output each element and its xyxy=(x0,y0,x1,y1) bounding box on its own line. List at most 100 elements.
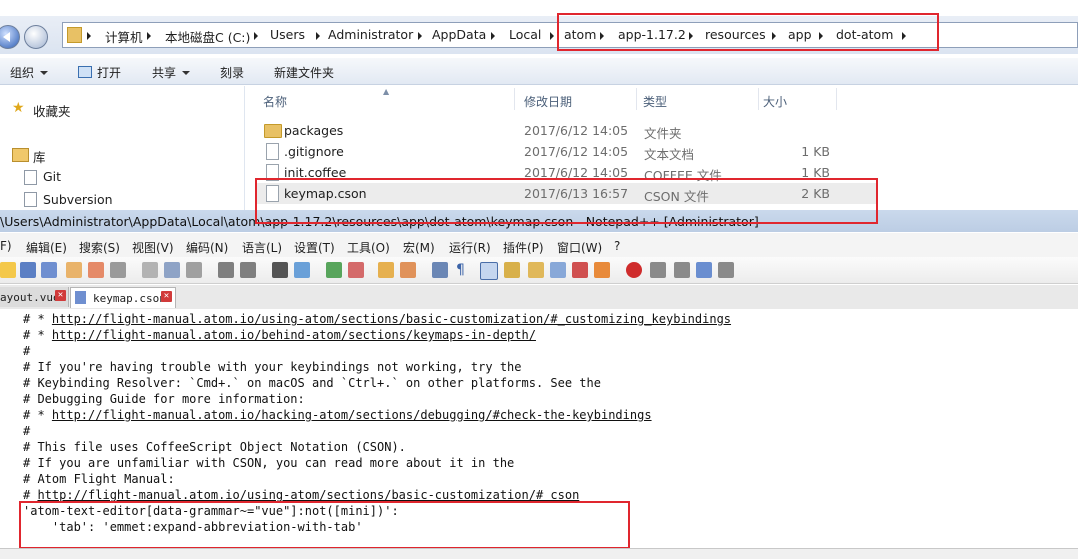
redo-icon[interactable] xyxy=(240,262,256,278)
new-file-icon[interactable] xyxy=(0,262,16,278)
file-date: 2017/6/12 14:05 xyxy=(524,144,629,159)
indent-guide-icon[interactable] xyxy=(480,262,498,280)
code-line[interactable]: # http://flight-manual.atom.io/using-ato… xyxy=(23,488,579,502)
new-folder-button[interactable]: 新建文件夹 xyxy=(274,64,334,81)
show-all-chars-icon[interactable]: ¶ xyxy=(456,262,472,278)
nav-library[interactable]: 库 xyxy=(33,147,46,166)
paste-icon[interactable] xyxy=(186,262,202,278)
column-size[interactable]: 大小 xyxy=(763,93,787,110)
breadcrumb-item[interactable]: 本地磁盘C (C:) xyxy=(165,27,250,46)
replace-icon[interactable] xyxy=(294,262,310,278)
monitor-icon[interactable] xyxy=(594,262,610,278)
breadcrumb-item[interactable]: 计算机 xyxy=(105,27,143,46)
open-button[interactable]: 打开 xyxy=(78,64,121,81)
file-row-gitignore[interactable]: .gitignore 2017/6/12 14:05 文本文档 1 KB xyxy=(256,141,876,162)
code-link[interactable]: http://flight-manual.atom.io/using-atom/… xyxy=(52,312,731,326)
close-icon[interactable]: ✕ xyxy=(55,290,66,301)
menu-language[interactable]: 语言(L) xyxy=(242,239,282,256)
folder-as-workspace-icon[interactable] xyxy=(572,262,588,278)
text-file-icon xyxy=(266,143,279,160)
code-link[interactable]: http://flight-manual.atom.io/behind-atom… xyxy=(52,328,536,342)
column-divider[interactable] xyxy=(758,88,759,110)
menu-tools[interactable]: 工具(O) xyxy=(347,239,390,256)
menu-settings[interactable]: 设置(T) xyxy=(294,239,335,256)
column-date[interactable]: 修改日期 xyxy=(524,93,572,110)
user-lang-icon[interactable] xyxy=(504,262,520,278)
code-line[interactable]: # xyxy=(23,424,30,438)
nav-subversion[interactable]: Subversion xyxy=(43,192,113,207)
menu-macro[interactable]: 宏(M) xyxy=(403,239,435,256)
code-link[interactable]: http://flight-manual.atom.io/hacking-ato… xyxy=(52,408,652,422)
column-name[interactable]: 名称 xyxy=(263,93,287,110)
save-icon[interactable] xyxy=(41,262,57,278)
code-line[interactable]: # * http://flight-manual.atom.io/behind-… xyxy=(23,328,536,342)
file-row-packages[interactable]: packages 2017/6/12 14:05 文件夹 xyxy=(256,120,876,141)
code-line[interactable]: # Atom Flight Manual: xyxy=(23,472,175,486)
zoom-in-icon[interactable] xyxy=(326,262,342,278)
save-macro-icon[interactable] xyxy=(718,262,734,278)
undo-icon[interactable] xyxy=(218,262,234,278)
code-line[interactable]: # Keybinding Resolver: `Cmd+.` on macOS … xyxy=(23,376,601,390)
print-icon[interactable] xyxy=(110,262,126,278)
breadcrumb-item[interactable]: Local xyxy=(509,27,541,42)
menu-view[interactable]: 视图(V) xyxy=(132,239,174,256)
nav-git[interactable]: Git xyxy=(43,169,61,184)
chevron-right-icon[interactable] xyxy=(418,32,422,40)
open-file-icon[interactable] xyxy=(20,262,36,278)
chevron-right-icon[interactable] xyxy=(491,32,495,40)
organize-menu[interactable]: 组织 xyxy=(10,64,49,81)
find-icon[interactable] xyxy=(272,262,288,278)
column-type[interactable]: 类型 xyxy=(643,93,667,110)
tab-layout-vue[interactable]: ayout.vue ✕ xyxy=(0,287,69,307)
stop-macro-icon[interactable] xyxy=(650,262,666,278)
menu-help[interactable]: ? xyxy=(614,239,620,253)
code-link[interactable]: http://flight-manual.atom.io/using-atom/… xyxy=(37,488,579,502)
code-line[interactable]: # xyxy=(23,344,30,358)
column-divider[interactable] xyxy=(836,88,837,110)
chevron-right-icon[interactable] xyxy=(254,32,258,40)
column-divider[interactable] xyxy=(636,88,637,110)
breadcrumb-item[interactable]: AppData xyxy=(432,27,486,42)
menu-window[interactable]: 窗口(W) xyxy=(557,239,602,256)
save-all-icon[interactable] xyxy=(66,262,82,278)
copy-icon[interactable] xyxy=(164,262,180,278)
close-icon[interactable]: ✕ xyxy=(161,291,172,302)
run-macro-multiple-icon[interactable] xyxy=(696,262,712,278)
code-line[interactable]: # This file uses CoffeeScript Object Not… xyxy=(23,440,406,454)
code-line[interactable]: # * http://flight-manual.atom.io/using-a… xyxy=(23,312,731,326)
breadcrumb-item[interactable]: Users xyxy=(270,27,305,42)
menu-plugins[interactable]: 插件(P) xyxy=(503,239,544,256)
code-line[interactable]: # Debugging Guide for more information: xyxy=(23,392,305,406)
zoom-out-icon[interactable] xyxy=(348,262,364,278)
code-line[interactable]: # If you are unfamiliar with CSON, you c… xyxy=(23,456,514,470)
share-menu[interactable]: 共享 xyxy=(152,64,191,81)
doc-map-icon[interactable] xyxy=(528,262,544,278)
menu-file[interactable]: F) xyxy=(0,239,12,253)
function-list-icon[interactable] xyxy=(550,262,566,278)
forward-button[interactable] xyxy=(24,25,48,49)
nav-favorites[interactable]: 收藏夹 xyxy=(33,101,71,120)
tab-keymap-cson[interactable]: keymap.cson ✕ xyxy=(70,287,176,308)
sync-vertical-icon[interactable] xyxy=(378,262,394,278)
burn-button[interactable]: 刻录 xyxy=(220,64,244,81)
code-line[interactable]: # If you're having trouble with your key… xyxy=(23,360,522,374)
tab-bar: ayout.vue ✕ keymap.cson ✕ xyxy=(0,285,1078,310)
close-file-icon[interactable] xyxy=(88,262,104,278)
menu-edit[interactable]: 编辑(E) xyxy=(26,239,67,256)
menu-run[interactable]: 运行(R) xyxy=(449,239,491,256)
chevron-right-icon[interactable] xyxy=(550,32,554,40)
code-line[interactable]: # * http://flight-manual.atom.io/hacking… xyxy=(23,408,652,422)
caret-down-icon xyxy=(182,71,191,75)
breadcrumb-item[interactable]: Administrator xyxy=(328,27,413,42)
column-divider[interactable] xyxy=(514,88,515,110)
sync-horizontal-icon[interactable] xyxy=(400,262,416,278)
menu-search[interactable]: 搜索(S) xyxy=(79,239,120,256)
save-icon xyxy=(75,291,86,304)
chevron-right-icon[interactable] xyxy=(316,32,320,40)
cut-icon[interactable] xyxy=(142,262,158,278)
play-macro-icon[interactable] xyxy=(674,262,690,278)
word-wrap-icon[interactable] xyxy=(432,262,448,278)
menu-encoding[interactable]: 编码(N) xyxy=(186,239,228,256)
record-macro-icon[interactable] xyxy=(626,262,642,278)
chevron-right-icon[interactable] xyxy=(147,32,151,40)
